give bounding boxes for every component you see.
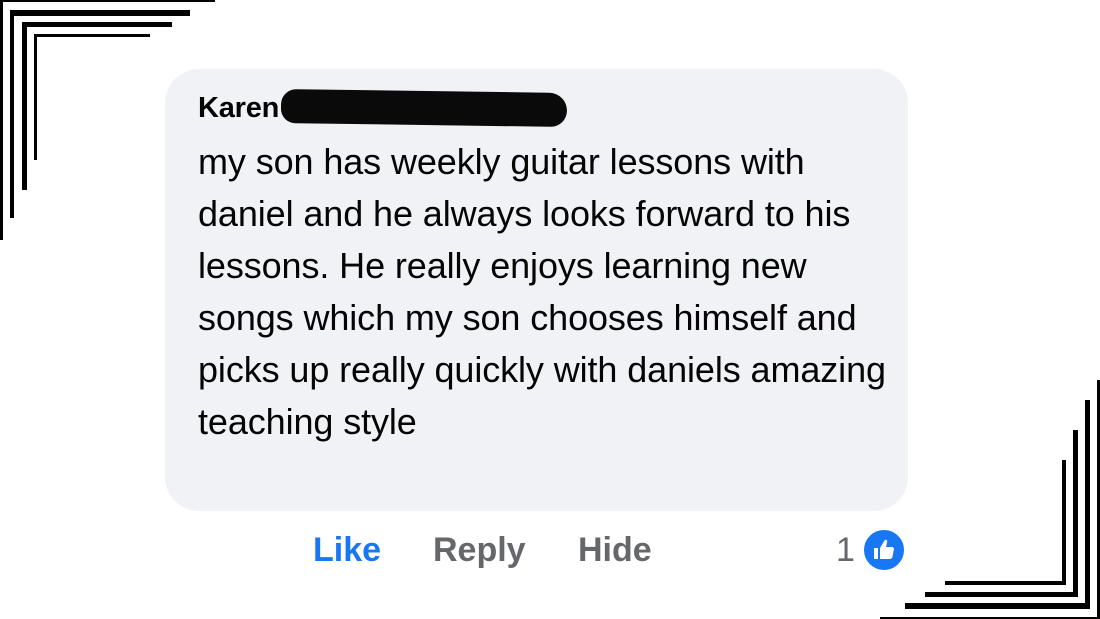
hide-button[interactable]: Hide (578, 527, 652, 573)
reply-button[interactable]: Reply (433, 527, 526, 573)
reaction-count: 1 (836, 530, 855, 569)
bottom-right-corner-lines (880, 380, 1100, 619)
comment-author-row: Karen (198, 88, 568, 128)
thumbs-up-icon (860, 527, 907, 573)
comment-author-name[interactable]: Karen (198, 92, 279, 125)
like-button[interactable]: Like (313, 527, 381, 573)
reaction-summary[interactable]: 1 (836, 527, 907, 573)
redacted-surname-mark (280, 89, 568, 127)
comment-text: my son has weekly guitar lessons with da… (198, 141, 886, 442)
